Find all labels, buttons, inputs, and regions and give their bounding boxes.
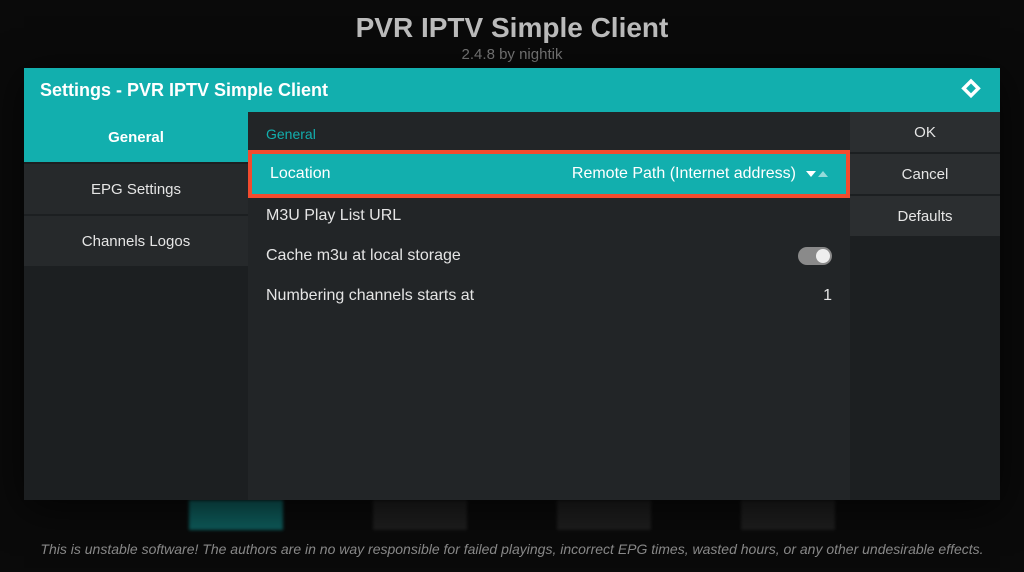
setting-row-m3u-url[interactable]: M3U Play List URL (248, 196, 850, 236)
setting-value-text: Remote Path (Internet address) (572, 165, 796, 183)
background-header: PVR IPTV Simple Client 2.4.8 by nightik (0, 0, 1024, 63)
addon-title: PVR IPTV Simple Client (0, 12, 1024, 44)
button-label: OK (914, 124, 936, 141)
setting-value: Remote Path (Internet address) (572, 165, 828, 183)
button-label: Defaults (897, 208, 952, 225)
sidebar-item-label: EPG Settings (91, 181, 181, 198)
disclaimer-text: This is unstable software! The authors a… (40, 540, 984, 560)
dialog-body: General EPG Settings Channels Logos Gene… (24, 112, 1000, 500)
setting-value: 1 (823, 287, 832, 305)
sidebar-item-channels-logos[interactable]: Channels Logos (24, 216, 248, 266)
background-buttons-row: Configure Update Auto-update Enable (40, 500, 984, 530)
defaults-button[interactable]: Defaults (850, 196, 1000, 236)
kodi-logo-icon (958, 77, 984, 103)
button-label: Cancel (902, 166, 949, 183)
chevron-down-icon (806, 171, 816, 177)
spinner-arrows-icon[interactable] (806, 171, 828, 177)
sidebar-item-general[interactable]: General (24, 112, 248, 162)
sidebar: General EPG Settings Channels Logos (24, 112, 248, 500)
setting-row-cache-m3u[interactable]: Cache m3u at local storage (248, 236, 850, 276)
sidebar-item-label: General (108, 129, 164, 146)
sidebar-item-epg-settings[interactable]: EPG Settings (24, 164, 248, 214)
sidebar-item-label: Channels Logos (82, 233, 190, 250)
ok-button[interactable]: OK (850, 112, 1000, 152)
setting-row-numbering-start[interactable]: Numbering channels starts at 1 (248, 276, 850, 316)
bg-configure-button: Configure (189, 500, 283, 530)
actions-column: OK Cancel Defaults (850, 112, 1000, 500)
setting-label: Location (270, 165, 331, 183)
setting-value (798, 247, 832, 265)
cancel-button[interactable]: Cancel (850, 154, 1000, 194)
setting-label: Numbering channels starts at (266, 287, 474, 305)
section-label: General (248, 112, 850, 152)
chevron-up-icon (818, 171, 828, 177)
toggle-switch[interactable] (798, 247, 832, 265)
background-footer: Configure Update Auto-update Enable This… (0, 500, 1024, 572)
settings-dialog: Settings - PVR IPTV Simple Client Genera… (24, 68, 1000, 500)
setting-row-location[interactable]: Location Remote Path (Internet address) (252, 154, 846, 194)
addon-subtitle: 2.4.8 by nightik (0, 46, 1024, 63)
highlight-annotation: Location Remote Path (Internet address) (248, 150, 850, 198)
dialog-title: Settings - PVR IPTV Simple Client (40, 80, 328, 101)
settings-pane: General Location Remote Path (Internet a… (248, 112, 850, 500)
dialog-header: Settings - PVR IPTV Simple Client (24, 68, 1000, 112)
setting-label: M3U Play List URL (266, 207, 401, 225)
bg-auto-update-button: Auto-update (557, 500, 651, 530)
setting-label: Cache m3u at local storage (266, 247, 461, 265)
bg-enable-button: Enable (741, 500, 835, 530)
bg-update-button: Update (373, 500, 467, 530)
